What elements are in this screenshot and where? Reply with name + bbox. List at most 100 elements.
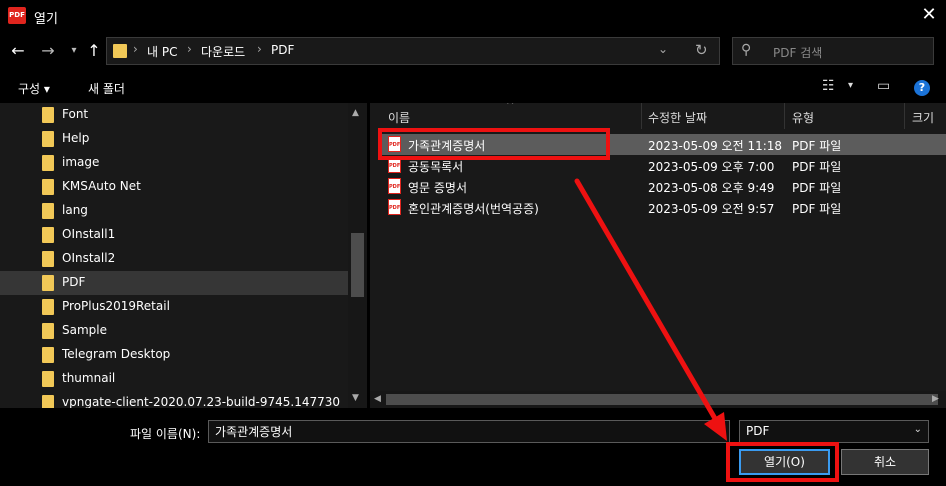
folder-icon (42, 395, 54, 408)
navigation-pane: Font Help image KMSAuto Net lang OInstal… (0, 103, 367, 408)
column-divider[interactable] (784, 103, 785, 129)
file-type: PDF 파일 (792, 160, 842, 174)
folder-icon (42, 347, 54, 363)
folder-icon (42, 275, 54, 291)
filetype-select[interactable]: PDF ⌄ (739, 420, 929, 443)
pdf-app-icon: PDF (8, 7, 26, 24)
column-header-date[interactable]: 수정한 날짜 (648, 109, 707, 126)
column-divider[interactable] (641, 103, 642, 129)
forward-arrow-icon[interactable]: → (38, 40, 58, 62)
navigation-bar: ← → ▾ ↑ › 내 PC › 다운로드 › PDF ⌄ ↻ ⚲ PDF 검색 (0, 32, 946, 72)
tree-item-label: PDF (62, 275, 86, 289)
file-type: PDF 파일 (792, 139, 842, 153)
tree-item[interactable]: ProPlus2019Retail (0, 295, 348, 319)
tree-item-selected[interactable]: PDF (0, 271, 348, 295)
pdf-file-icon: PDF (388, 199, 401, 215)
search-box[interactable]: ⚲ PDF 검색 (732, 37, 934, 65)
address-bar[interactable]: › 내 PC › 다운로드 › PDF ⌄ ↻ (106, 37, 720, 65)
view-options-icon[interactable]: ☷ (822, 78, 835, 94)
file-date: 2023-05-08 오후 9:49 (648, 181, 775, 195)
tree-item-label: Font (62, 107, 89, 121)
close-icon[interactable]: ✕ (918, 4, 940, 26)
scroll-down-icon[interactable]: ▼ (352, 393, 359, 403)
file-name: 공동목록서 (408, 160, 464, 174)
organize-button[interactable]: 구성 ▾ (18, 80, 50, 97)
scroll-up-icon[interactable]: ▲ (352, 108, 359, 118)
breadcrumb-downloads[interactable]: 다운로드 (201, 43, 245, 60)
scrollbar-thumb[interactable] (351, 233, 364, 297)
column-header-size[interactable]: 크기 (912, 109, 934, 126)
folder-icon (42, 179, 54, 195)
cancel-button[interactable]: 취소 (841, 449, 929, 475)
tree-item[interactable]: thumnail (0, 367, 348, 391)
file-name: 혼인관계증명서(번역공증) (408, 202, 539, 216)
refresh-icon[interactable]: ↻ (695, 41, 708, 59)
tree-item-label: OInstall1 (62, 227, 116, 241)
tree-item-label: Sample (62, 323, 107, 337)
file-row[interactable]: PDF 혼인관계증명서(번역공증) 2023-05-09 오전 9:57 PDF… (380, 197, 946, 218)
tree-item-label: vpngate-client-2020.07.23-build-9745.147… (62, 395, 341, 408)
filetype-value: PDF (746, 424, 770, 438)
column-header-name[interactable]: 이름 (388, 109, 410, 126)
file-row[interactable]: PDF 영문 증명서 2023-05-08 오후 9:49 PDF 파일 (380, 176, 946, 197)
annotation-highlight-file (378, 128, 610, 160)
tree-item[interactable]: image (0, 151, 348, 175)
tree-item[interactable]: KMSAuto Net (0, 175, 348, 199)
folder-icon (42, 155, 54, 171)
breadcrumb-separator-icon: › (257, 42, 262, 56)
breadcrumb-this-pc[interactable]: 내 PC (147, 43, 177, 60)
file-type: PDF 파일 (792, 181, 842, 195)
preview-pane-icon[interactable]: ▭ (877, 78, 890, 94)
file-type: PDF 파일 (792, 202, 842, 216)
breadcrumb-pdf[interactable]: PDF (271, 43, 294, 57)
folder-icon (42, 323, 54, 339)
filename-label: 파일 이름(N): (130, 427, 201, 441)
window-title: 열기 (34, 12, 58, 27)
filename-input[interactable] (208, 420, 730, 443)
tree-item[interactable]: Font (0, 103, 348, 127)
breadcrumb-separator-icon: › (133, 42, 138, 56)
tree-item[interactable]: Sample (0, 319, 348, 343)
folder-icon (42, 131, 54, 147)
column-divider[interactable] (904, 103, 905, 129)
scroll-right-icon[interactable]: ▶ (932, 394, 939, 404)
file-date: 2023-05-09 오전 9:57 (648, 202, 775, 216)
tree-item-label: thumnail (62, 371, 116, 385)
folder-icon (113, 44, 127, 58)
annotation-highlight-open (726, 442, 839, 482)
tree-item-label: image (62, 155, 100, 169)
folder-icon (42, 371, 54, 387)
tree-item-label: KMSAuto Net (62, 179, 141, 193)
help-icon[interactable]: ? (914, 80, 930, 96)
back-arrow-icon[interactable]: ← (8, 40, 28, 62)
tree-item[interactable]: Telegram Desktop (0, 343, 348, 367)
chevron-down-icon[interactable]: ▾ (848, 80, 853, 91)
tree-item-label: OInstall2 (62, 251, 116, 265)
up-arrow-icon[interactable]: ↑ (84, 40, 104, 62)
tree-item-label: Telegram Desktop (62, 347, 171, 361)
folder-icon (42, 299, 54, 315)
scroll-left-icon[interactable]: ◀ (374, 394, 381, 404)
tree-item-label: Help (62, 131, 90, 145)
column-headers: ^ 이름 수정한 날짜 유형 크기 (370, 103, 946, 129)
pdf-file-icon: PDF (388, 178, 401, 194)
file-date: 2023-05-09 오후 7:00 (648, 160, 775, 174)
chevron-down-icon: ⌄ (913, 424, 922, 435)
scrollbar-thumb[interactable] (386, 394, 938, 405)
folder-icon (42, 251, 54, 267)
tree-item[interactable]: vpngate-client-2020.07.23-build-9745.147… (0, 391, 348, 408)
file-date: 2023-05-09 오전 11:18 (648, 139, 783, 153)
tree-item[interactable]: lang (0, 199, 348, 223)
chevron-down-icon[interactable]: ⌄ (658, 42, 668, 56)
file-name: 영문 증명서 (408, 181, 468, 195)
sort-ascending-icon: ^ (506, 103, 515, 111)
folder-icon (42, 203, 54, 219)
sidebar-scrollbar[interactable]: ▲ ▼ (348, 103, 367, 408)
tree-item[interactable]: OInstall2 (0, 247, 348, 271)
tree-item[interactable]: OInstall1 (0, 223, 348, 247)
recent-locations-chevron-icon[interactable]: ▾ (64, 40, 84, 62)
tree-item[interactable]: Help (0, 127, 348, 151)
new-folder-button[interactable]: 새 폴더 (88, 80, 125, 97)
column-header-type[interactable]: 유형 (792, 109, 814, 126)
file-list-scrollbar[interactable]: ◀ ▶ (370, 391, 946, 408)
